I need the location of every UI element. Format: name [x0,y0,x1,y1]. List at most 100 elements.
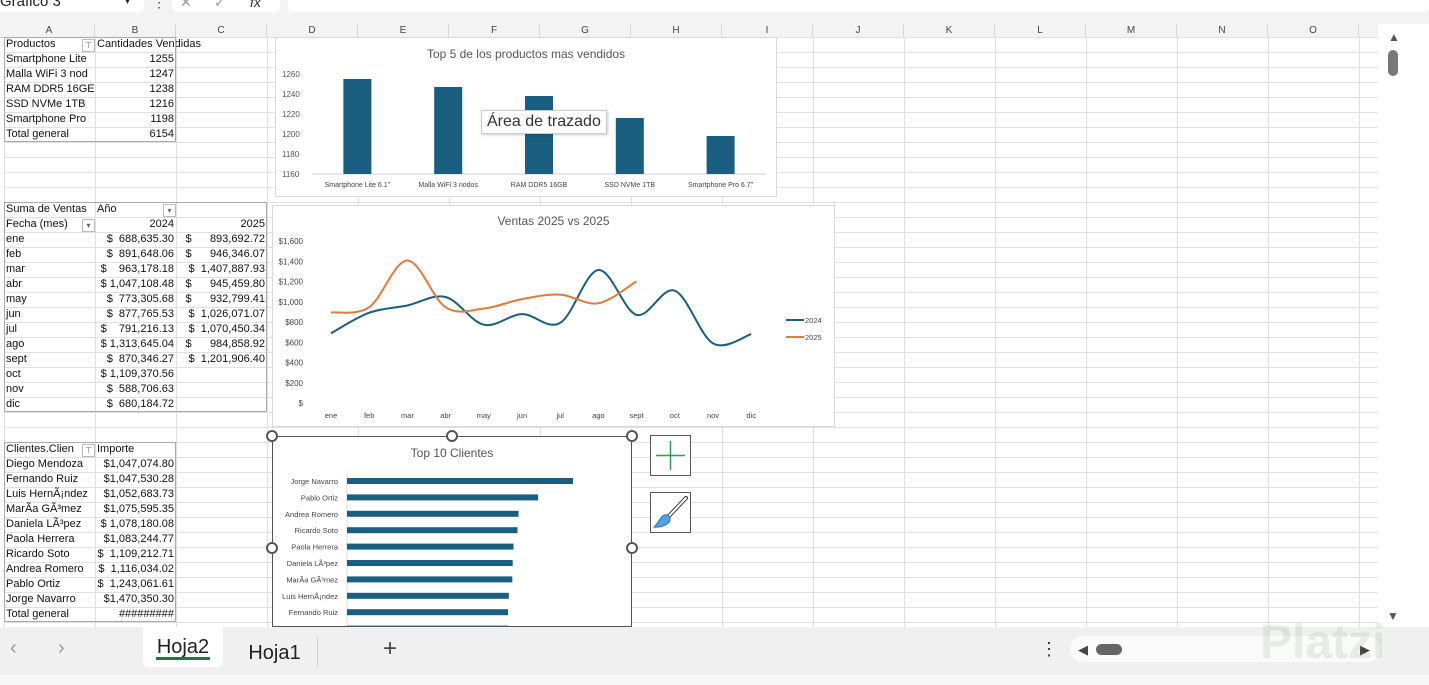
name-box[interactable]: Gráfico 3 ▾ [0,0,144,12]
confirm-icon[interactable]: ✓ [214,0,226,12]
sales-2024[interactable]: $ 680,184.72 [95,397,176,412]
year-header[interactable]: 2024 [95,217,176,232]
column-header-I[interactable]: I [722,24,813,37]
sales-2025[interactable]: $ 1,201,906.40 [176,352,267,367]
column-header-A[interactable]: A [4,24,95,37]
column-header-J[interactable]: J [813,24,904,37]
sales-2024[interactable]: $ 1,313,645.04 [95,337,176,352]
client-name[interactable]: MarÃ­a GÃ³mez [4,502,95,517]
client-name[interactable]: Ricardo Soto [4,547,95,562]
sales-2024[interactable]: $ 1,109,370.56 [95,367,176,382]
cell[interactable]: Total general [4,127,95,142]
product-qty[interactable]: 1247 [95,67,176,82]
month-label[interactable]: jun [4,307,95,322]
column-header-O[interactable]: O [1268,24,1359,37]
sales-2025[interactable] [176,382,267,397]
client-amount[interactable]: $1,083,244.77 [95,532,176,547]
filter-dropdown-icon[interactable]: ⊤ [82,444,95,457]
month-label[interactable]: dic [4,397,95,412]
client-name[interactable]: Andrea Romero [4,562,95,577]
resize-handle-tr[interactable] [626,430,638,442]
month-label[interactable]: jul [4,322,95,337]
sales-2024[interactable]: $ 1,047,108.48 [95,277,176,292]
chart-styles-button[interactable] [650,492,691,533]
month-label[interactable]: oct [4,367,95,382]
column-header-F[interactable]: F [449,24,540,37]
column-header-L[interactable]: L [995,24,1086,37]
sales-2025[interactable]: $ 984,858.92 [176,337,267,352]
client-name[interactable]: Diego Mendoza [4,457,95,472]
sales-2025[interactable]: $ 893,692.72 [176,232,267,247]
tab-hoja2[interactable]: Hoja2 [143,627,223,667]
client-name[interactable]: Pablo Ortiz [4,577,95,592]
client-amount[interactable]: $1,075,595.35 [95,502,176,517]
product-qty[interactable]: 1255 [95,52,176,67]
product-name[interactable]: Smartphone Pro [4,112,95,127]
client-amount[interactable]: $1,470,350.30 [95,592,176,607]
column-header-H[interactable]: H [631,24,722,37]
sales-2025[interactable]: $ 1,070,450.34 [176,322,267,337]
scroll-left-icon[interactable]: ◀ [1078,642,1088,658]
add-sheet-button[interactable]: + [375,627,405,667]
sales-2024[interactable]: $ 877,765.53 [95,307,176,322]
sales-2025[interactable]: $ 945,459.80 [176,277,267,292]
sales-2024[interactable]: $ 963,178.18 [95,262,176,277]
sales-2025[interactable]: $ 1,026,071.07 [176,307,267,322]
client-name[interactable]: Luis HernÃ¡ndez [4,487,95,502]
pivot-corner[interactable]: Suma de Ventas [4,202,95,217]
fx-icon[interactable]: fx [250,0,261,12]
column-header-B[interactable]: B [95,24,176,37]
filter-dropdown-icon[interactable]: ▾ [82,219,95,232]
scroll-up-icon[interactable]: ▲ [1388,30,1400,44]
sales-2025[interactable]: $ 932,799.41 [176,292,267,307]
more-icon[interactable]: ⋮ [152,0,166,11]
chart-elements-button[interactable] [650,435,691,476]
product-qty[interactable]: 1238 [95,82,176,97]
column-header-G[interactable]: G [540,24,631,37]
product-qty[interactable]: 1198 [95,112,176,127]
resize-handle-tl[interactable] [266,430,278,442]
product-qty[interactable]: 1216 [95,97,176,112]
client-amount[interactable]: $ 1,243,061.61 [95,577,176,592]
column-header-N[interactable]: N [1177,24,1268,37]
sales-2025[interactable]: $ 1,407,887.93 [176,262,267,277]
column-header-C[interactable]: C [176,24,267,37]
sales-2025[interactable] [176,397,267,412]
column-header-E[interactable]: E [358,24,449,37]
total-value[interactable]: 6154 [95,127,176,142]
month-label[interactable]: feb [4,247,95,262]
scroll-thumb[interactable] [1388,50,1398,76]
scroll-down-icon[interactable]: ▼ [1387,609,1399,623]
sales-2024[interactable]: $ 791,216.13 [95,322,176,337]
cell[interactable]: Total general [4,607,95,622]
client-name[interactable]: Fernando Ruiz [4,472,95,487]
product-name[interactable]: Malla WiFi 3 nod [4,67,95,82]
header-cell[interactable]: Cantidades Vendidas [95,37,201,52]
formula-input[interactable] [288,0,1429,12]
filter-dropdown-icon[interactable]: ⊤ [82,39,95,52]
client-name[interactable]: Daniela LÃ³pez [4,517,95,532]
client-amount[interactable]: $ 1,109,212.71 [95,547,176,562]
sales-2024[interactable]: $ 773,305.68 [95,292,176,307]
product-name[interactable]: SSD NVMe 1TB [4,97,95,112]
sales-2024[interactable]: $ 588,706.63 [95,382,176,397]
month-label[interactable]: nov [4,382,95,397]
month-label[interactable]: abr [4,277,95,292]
filter-dropdown-icon[interactable]: ▾ [163,204,176,217]
column-header-M[interactable]: M [1086,24,1177,37]
client-name[interactable]: Jorge Navarro [4,592,95,607]
client-amount[interactable]: $1,052,683.73 [95,487,176,502]
resize-handle-right[interactable] [626,542,638,554]
month-label[interactable]: ene [4,232,95,247]
tab-hoja1[interactable]: Hoja1 [232,637,318,667]
column-header-D[interactable]: D [267,24,358,37]
sales-2025[interactable] [176,367,267,382]
more-options-icon[interactable]: ⋮ [1040,639,1058,660]
sales-2024[interactable]: $ 870,346.27 [95,352,176,367]
sales-2024[interactable]: $ 891,648.06 [95,247,176,262]
sales-line-chart[interactable]: Ventas 2025 vs 2025 $ $200 $400 $600 $800 $1,… [272,205,835,427]
next-sheet-icon[interactable]: › [58,637,65,660]
column-header-K[interactable]: K [904,24,995,37]
vertical-scrollbar[interactable]: ▲ ▼ [1380,24,1405,627]
product-name[interactable]: RAM DDR5 16GE [4,82,95,97]
